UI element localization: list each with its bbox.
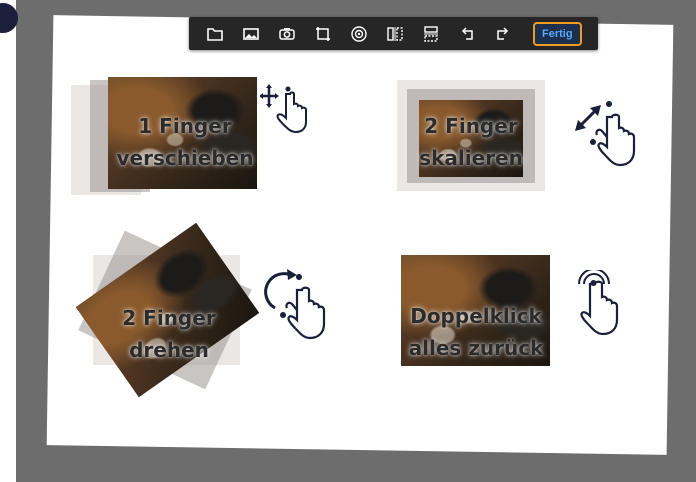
camera-button[interactable] bbox=[269, 17, 305, 50]
tile-label: Doppelklick alles zurück bbox=[391, 300, 561, 364]
flip-vertical-icon bbox=[424, 25, 438, 42]
flip-horizontal-button[interactable] bbox=[377, 17, 413, 50]
target-icon bbox=[351, 25, 367, 42]
label-line: 1 Finger bbox=[138, 114, 232, 138]
double-tap-hand-icon bbox=[578, 270, 619, 336]
rotate-left-icon bbox=[461, 26, 473, 40]
done-button[interactable]: Fertig bbox=[533, 21, 582, 46]
flip-horizontal-icon bbox=[387, 26, 403, 41]
label-line: alles zurück bbox=[408, 336, 544, 360]
image-button[interactable] bbox=[233, 17, 269, 50]
label-line: verschieben bbox=[116, 146, 254, 170]
folder-button[interactable] bbox=[197, 17, 233, 50]
editor-toolbar: Fertig bbox=[189, 17, 598, 50]
move-hand-icon bbox=[260, 84, 307, 134]
folder-icon bbox=[207, 27, 223, 41]
rotate-hand-icon bbox=[264, 269, 326, 340]
flip-vertical-button[interactable] bbox=[413, 17, 449, 50]
rotate-left-button[interactable] bbox=[449, 17, 485, 50]
image-icon bbox=[243, 27, 259, 40]
label-line: 2 Finger bbox=[122, 306, 216, 330]
label-line: skalieren bbox=[419, 146, 523, 170]
label-line: drehen bbox=[129, 338, 209, 362]
label-line: 2 Finger bbox=[424, 114, 518, 138]
tile-label: 2 Finger skalieren bbox=[386, 110, 556, 174]
crop-icon bbox=[316, 26, 330, 41]
center-button[interactable] bbox=[341, 17, 377, 50]
crop-button[interactable] bbox=[305, 17, 341, 50]
camera-icon bbox=[279, 27, 295, 40]
tile-label: 2 Finger drehen bbox=[84, 302, 254, 366]
rotate-right-button[interactable] bbox=[485, 17, 521, 50]
rotate-right-icon bbox=[497, 26, 509, 40]
scale-hand-icon bbox=[575, 101, 636, 167]
label-line: Doppelklick bbox=[410, 304, 542, 328]
tile-label: 1 Finger verschieben bbox=[100, 110, 270, 174]
